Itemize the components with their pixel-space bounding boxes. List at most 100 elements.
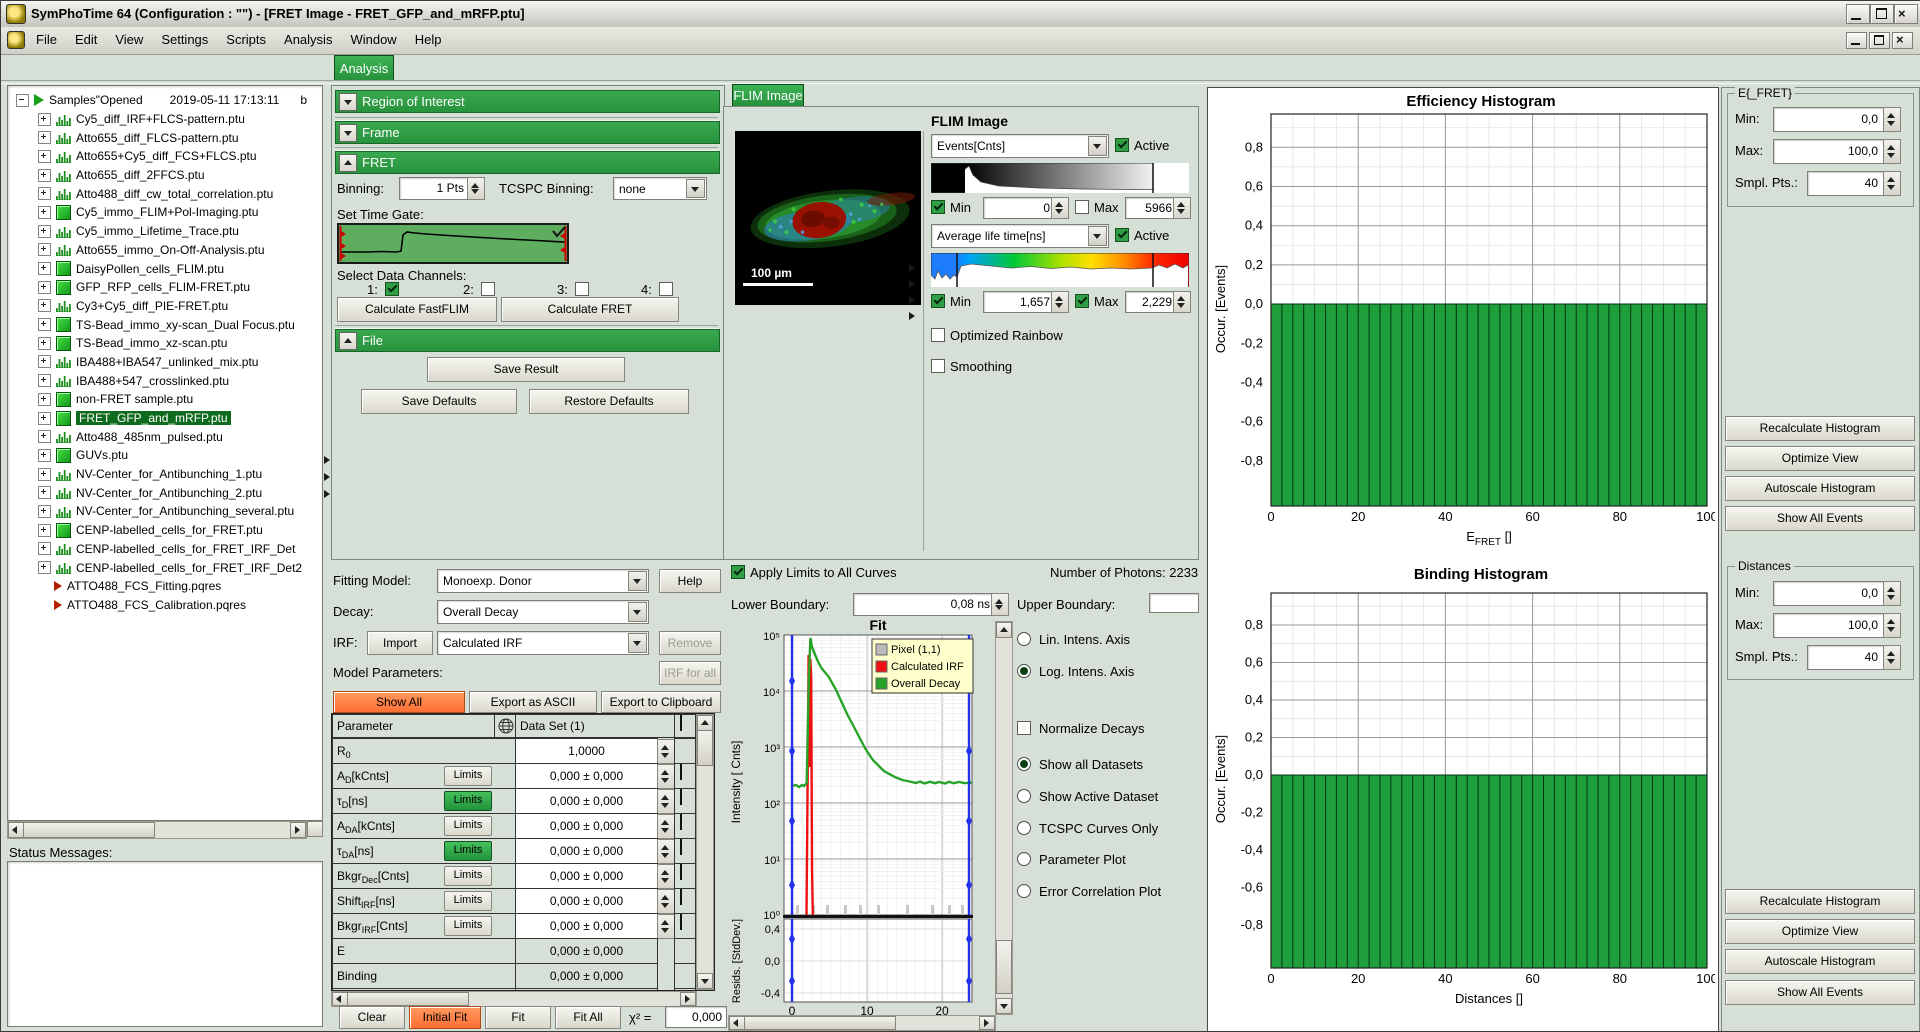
collapse-icon[interactable] [16,94,29,107]
distances-recalculate-button[interactable]: Recalculate Histogram [1725,889,1915,914]
tree-item[interactable]: CENP-labelled_cells_for_FRET.ptu [8,521,322,540]
tree-item[interactable]: CENP-labelled_cells_for_FRET_IRF_Det [8,540,322,559]
binning-spinner[interactable] [467,177,485,200]
efret-min-field[interactable]: 0,0 [1773,107,1884,132]
fit-h-scrollbar[interactable] [728,1015,996,1031]
scroll-thumb[interactable] [347,992,469,1006]
tree-item-label[interactable]: CENP-labelled_cells_for_FRET_IRF_Det2 [76,561,302,575]
collapse-section-icon[interactable] [339,154,357,172]
tree-item-label[interactable]: Cy3+Cy5_diff_PIE-FRET.ptu [76,299,228,313]
menu-item-analysis[interactable]: Analysis [275,27,341,47]
tree-item-label[interactable]: IBA488+547_crosslinked.ptu [76,374,229,388]
efret-smpl-field[interactable]: 40 [1807,171,1884,196]
parameter-fit-checkbox[interactable] [674,813,696,839]
efret-min-spinner[interactable] [1883,107,1901,132]
parameter-spinner[interactable] [657,914,675,939]
tree-item[interactable]: Cy3+Cy5_diff_PIE-FRET.ptu [8,297,322,316]
tree-item[interactable]: NV-Center_for_Antibunching_2.ptu [8,483,322,502]
distances-min-field[interactable]: 0,0 [1773,581,1884,606]
smoothing-checkbox[interactable] [931,359,945,373]
limits-button[interactable]: Limits [444,916,492,936]
tree-item-label[interactable]: non-FRET sample.ptu [76,392,193,406]
intensity-min-checkbox[interactable] [931,200,945,214]
clear-button[interactable]: Clear [339,1006,405,1029]
tree-item[interactable]: FRET_GFP_and_mRFP.ptu [8,409,322,428]
expand-icon[interactable] [38,542,51,555]
mdi-close-button[interactable]: × [1892,32,1913,49]
tree-item-label[interactable]: Atto655_diff_FLCS-pattern.ptu [76,131,239,145]
maximize-button[interactable] [1870,4,1894,24]
option-log-intens-axis-radio[interactable] [1017,664,1031,678]
section-frame[interactable]: Frame [335,121,720,144]
scroll-left-icon[interactable] [332,992,348,1006]
tree-item-label[interactable]: IBA488+IBA547_unlinked_mix.ptu [76,355,258,369]
tree-item-label[interactable]: Atto488_485nm_pulsed.ptu [76,430,223,444]
distances-optimize-button[interactable]: Optimize View [1725,919,1915,944]
menu-item-edit[interactable]: Edit [66,27,106,47]
section-region-of-interest[interactable]: Region of Interest [335,90,720,113]
mdi-restore-button[interactable] [1869,32,1890,49]
efret-optimize-button[interactable]: Optimize View [1725,446,1915,471]
lifetime-active-checkbox[interactable] [1115,228,1129,242]
globe-icon[interactable] [494,714,516,738]
tree-item-label[interactable]: Atto655+Cy5_diff_FCS+FLCS.ptu [76,149,257,163]
tree-item-label[interactable]: Cy5_immo_Lifetime_Trace.ptu [76,224,239,238]
tree-item-label[interactable]: NV-Center_for_Antibunching_2.ptu [76,486,262,500]
option-lin-intens-axis-radio[interactable] [1017,632,1031,646]
splitter-arrow-icon[interactable] [909,280,915,288]
option-tcspc-curves-only-radio[interactable] [1017,821,1031,835]
intensity-feature-dropdown[interactable]: Events[Cnts] [931,134,1109,158]
fit-button[interactable]: Fit [485,1006,551,1029]
limits-button[interactable]: Limits [444,891,492,911]
import-button[interactable]: Import [367,631,433,655]
expand-icon[interactable] [38,206,51,219]
menu-item-file[interactable]: File [27,27,66,47]
fit-all-button[interactable]: Fit All [555,1006,621,1029]
tree-item-label[interactable]: GFP_RFP_cells_FLIM-FRET.ptu [76,280,250,294]
channel-1-checkbox[interactable] [385,282,399,296]
tree-item[interactable]: Atto655_diff_2FFCS.ptu [8,166,322,185]
option-show-all-datasets-radio[interactable] [1017,757,1031,771]
tree-item[interactable]: GUVs.ptu [8,446,322,465]
channel-4-checkbox[interactable] [659,282,673,296]
parameter-spinner[interactable] [657,814,675,839]
expand-icon[interactable] [38,150,51,163]
parameter-fit-checkbox[interactable] [674,863,696,889]
parameter-fit-checkbox[interactable] [674,763,696,789]
splitter-arrow-icon[interactable] [324,456,330,464]
minimize-button[interactable] [1846,4,1870,24]
efret-autoscale-button[interactable]: Autoscale Histogram [1725,476,1915,501]
limits-button[interactable]: Limits [444,766,492,786]
tree-item[interactable]: ATTO488_FCS_Fitting.pqres [8,577,322,596]
chevron-down-icon[interactable] [686,179,705,198]
option-normalize-decays-checkbox[interactable] [1017,721,1031,735]
chevron-down-icon[interactable] [628,571,647,591]
lifetime-max-checkbox[interactable] [1075,294,1089,308]
parameter-spinner[interactable] [657,789,675,814]
tree-item-label[interactable]: NV-Center_for_Antibunching_several.ptu [76,504,294,518]
expand-icon[interactable] [38,374,51,387]
upper-boundary-field[interactable] [1149,593,1199,613]
tree-item-label[interactable]: Atto655_immo_On-Off-Analysis.ptu [76,243,265,257]
parameter-spinner[interactable] [657,889,675,914]
intensity-colorbar[interactable] [931,163,1189,193]
efret-smpl-spinner[interactable] [1883,171,1901,196]
intensity-min-field[interactable]: 0 [983,197,1055,219]
splitter-arrow-icon[interactable] [909,312,915,320]
tree-item-label[interactable]: FRET_GFP_and_mRFP.ptu [76,411,231,425]
limits-button[interactable]: Limits [444,841,492,861]
lower-boundary-spinner[interactable] [991,593,1009,616]
section-fret[interactable]: FRET [335,151,720,174]
tree-item[interactable]: TS-Bead_immo_xy-scan_Dual Focus.ptu [8,315,322,334]
expand-icon[interactable] [38,393,51,406]
menu-item-settings[interactable]: Settings [152,27,217,47]
export-clipboard-button[interactable]: Export to Clipboard [601,691,721,713]
lifetime-min-spinner[interactable] [1051,291,1069,313]
tree-item-label[interactable]: DaisyPollen_cells_FLIM.ptu [76,262,224,276]
expand-icon[interactable] [38,468,51,481]
expand-icon[interactable] [38,486,51,499]
efret-recalculate-button[interactable]: Recalculate Histogram [1725,416,1915,441]
scroll-right-icon[interactable] [680,992,696,1006]
scroll-up-icon[interactable] [697,715,713,731]
scroll-right-icon[interactable] [290,822,306,838]
